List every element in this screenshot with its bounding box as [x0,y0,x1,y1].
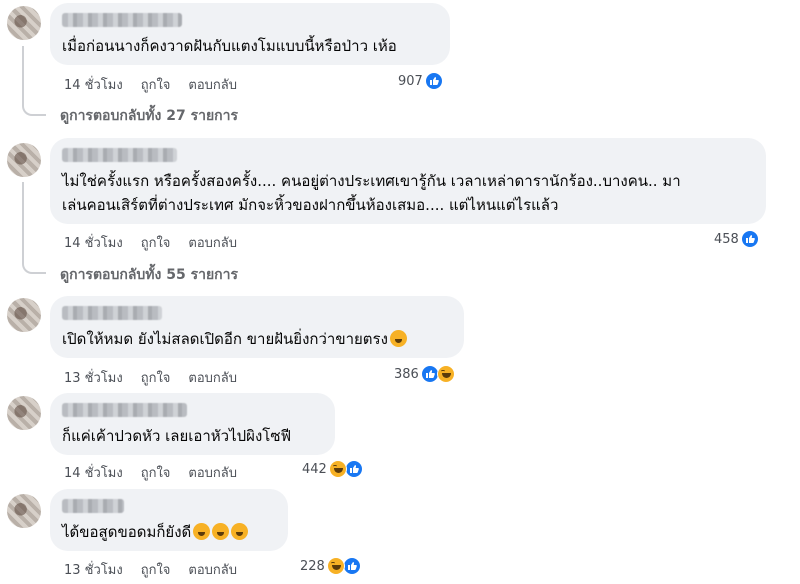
author-name[interactable] [62,13,182,27]
author-name[interactable] [62,403,187,417]
comment-bubble: ได้ขอสูดขอดมก็ยังดี [50,489,288,551]
like-icon [424,72,443,90]
reaction-summary[interactable]: 386 [394,365,455,383]
avatar[interactable] [7,6,41,40]
comment-bubble: ไม่ใช่ครั้งแรก หรือครั้งสองครั้ง.... คนอ… [50,138,766,224]
comment-text-body: ได้ขอสูดขอดมก็ยังดี [62,523,192,541]
avatar[interactable] [7,396,41,430]
flushed-emoji-icon [193,523,211,540]
haha-icon [328,460,347,478]
like-button[interactable]: ถูกใจ [141,367,171,388]
like-button[interactable]: ถูกใจ [141,74,171,95]
like-icon [344,460,363,478]
reply-button[interactable]: ตอบกลับ [188,462,237,483]
reply-button[interactable]: ตอบกลับ [188,559,237,580]
reply-button[interactable]: ตอบกลับ [188,367,237,388]
author-name[interactable] [62,148,177,162]
like-button[interactable]: ถูกใจ [141,559,171,580]
comment-bubble: เมื่อก่อนนางก็คงวาดฝันกับแตงโมแบบนี้หรือ… [50,3,450,65]
comment-actions: 13 ชั่วโมง ถูกใจ ตอบกลับ [64,559,237,580]
timestamp[interactable]: 13 ชั่วโมง [64,559,123,580]
like-icon [342,557,361,575]
reaction-count: 907 [398,73,423,89]
comment-text: ได้ขอสูดขอดมก็ยังดี [62,520,274,544]
flushed-emoji-icon [231,523,249,540]
reply-button[interactable]: ตอบกลับ [188,232,237,253]
reaction-count: 442 [302,461,327,477]
view-replies-link[interactable]: ดูการตอบกลับทั้ง 27 รายการ [60,105,238,127]
comment-actions: 14 ชั่วโมง ถูกใจ ตอบกลับ [64,462,237,483]
reaction-count: 458 [714,231,739,247]
timestamp[interactable]: 14 ชั่วโมง [64,462,123,483]
author-name[interactable] [62,499,124,513]
timestamp[interactable]: 14 ชั่วโมง [64,232,123,253]
reaction-count: 386 [394,366,419,382]
haha-icon [326,557,345,575]
avatar[interactable] [7,298,41,332]
like-button[interactable]: ถูกใจ [141,232,171,253]
comment-text-line: เล่นคอนเสิร์ตที่ต่างประเทศ มักจะหิ้วของฝ… [62,196,559,214]
reaction-count: 228 [300,558,325,574]
comment-bubble: ก็แค่เค้าปวดหัว เลยเอาหัวไปผิงโซฟี [50,393,335,455]
reply-thread-line [22,182,46,274]
reaction-summary[interactable]: 442 [302,460,363,478]
reply-thread-line [22,46,46,116]
haha-icon [436,365,455,383]
reaction-summary[interactable]: 907 [398,72,443,90]
comment-text: เปิดให้หมด ยังไม่สลดเปิดอีก ขายฝันยิ่งกว… [62,327,450,351]
comment-bubble: เปิดให้หมด ยังไม่สลดเปิดอีก ขายฝันยิ่งกว… [50,296,464,358]
like-icon [740,230,759,248]
avatar[interactable] [7,143,41,177]
reply-button[interactable]: ตอบกลับ [188,74,237,95]
comment-text: ก็แค่เค้าปวดหัว เลยเอาหัวไปผิงโซฟี [62,427,292,445]
laughing-emoji-icon [389,330,407,347]
comment-actions: 13 ชั่วโมง ถูกใจ ตอบกลับ [64,367,237,388]
reaction-summary[interactable]: 458 [714,230,759,248]
view-replies-link[interactable]: ดูการตอบกลับทั้ง 55 รายการ [60,264,238,286]
like-button[interactable]: ถูกใจ [141,462,171,483]
comment-actions: 14 ชั่วโมง ถูกใจ ตอบกลับ [64,232,237,253]
avatar[interactable] [7,494,41,528]
comment-text: เมื่อก่อนนางก็คงวาดฝันกับแตงโมแบบนี้หรือ… [62,37,397,55]
timestamp[interactable]: 14 ชั่วโมง [64,74,123,95]
author-name[interactable] [62,306,162,320]
comment-actions: 14 ชั่วโมง ถูกใจ ตอบกลับ [64,74,237,95]
comment-text-line: ไม่ใช่ครั้งแรก หรือครั้งสองครั้ง.... คนอ… [62,172,681,190]
timestamp[interactable]: 13 ชั่วโมง [64,367,123,388]
comment-text-body: เปิดให้หมด ยังไม่สลดเปิดอีก ขายฝันยิ่งกว… [62,330,388,348]
reaction-summary[interactable]: 228 [300,557,361,575]
flushed-emoji-icon [212,523,230,540]
